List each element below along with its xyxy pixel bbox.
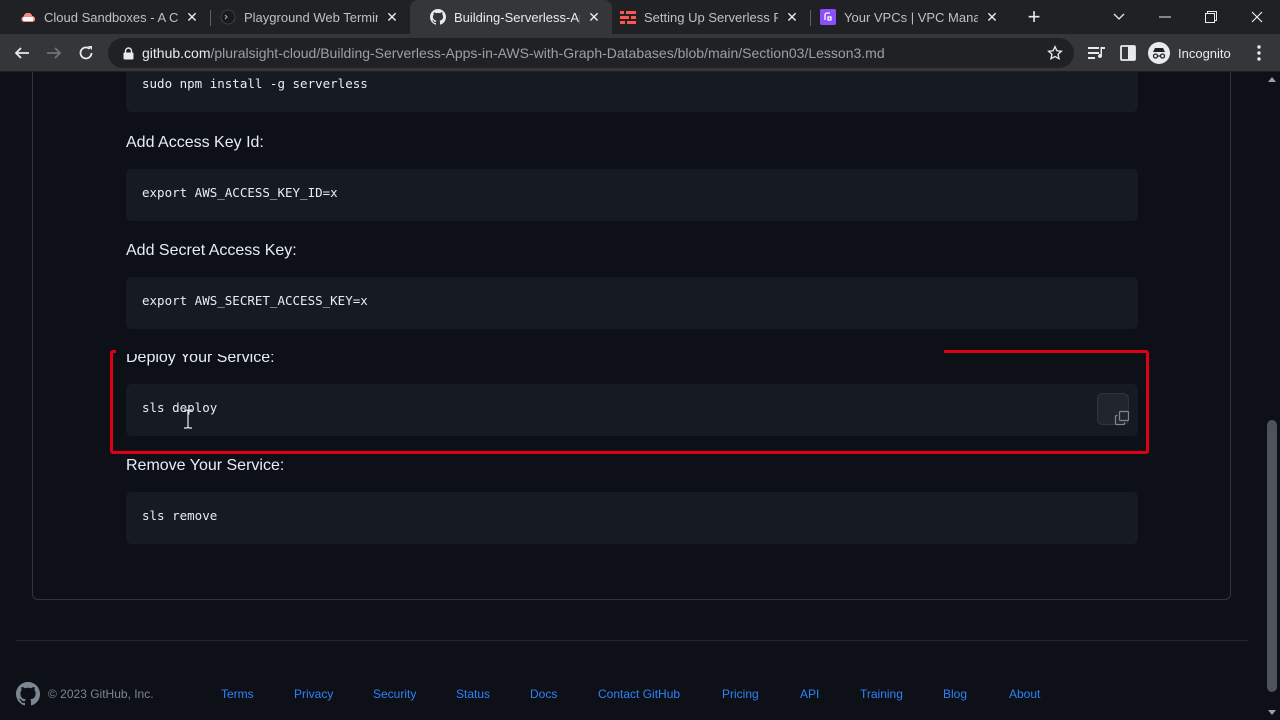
footer-link-training[interactable]: Training: [860, 687, 903, 701]
scroll-up-icon[interactable]: [1268, 77, 1276, 82]
footer-link-contact[interactable]: Contact GitHub: [598, 687, 680, 701]
close-tab-icon[interactable]: ✕: [784, 9, 800, 25]
terminal-icon: [220, 9, 236, 25]
tab-vpc-management[interactable]: Your VPCs | VPC Managem ✕: [800, 0, 1010, 34]
label-remove: Remove Your Service:: [126, 457, 285, 474]
vpc-icon: [820, 9, 836, 25]
github-icon: [430, 9, 446, 25]
tab-playground-terminal[interactable]: Playground Web Terminal ✕: [200, 0, 410, 34]
restore-icon[interactable]: [1188, 0, 1234, 34]
url-path: /pluralsight-cloud/Building-Serverless-A…: [210, 45, 885, 61]
text-cursor-icon: [183, 409, 193, 429]
address-bar[interactable]: github.com/pluralsight-cloud/Building-Se…: [108, 38, 1074, 68]
highlight-gap: [116, 349, 944, 354]
code-block-install: sudo npm install -g serverless: [126, 72, 1138, 112]
tab-title: Building-Serverless-Apps: [454, 9, 580, 25]
scroll-down-icon[interactable]: [1268, 710, 1276, 715]
url-text: github.com/pluralsight-cloud/Building-Se…: [142, 45, 885, 61]
footer-link-privacy[interactable]: Privacy: [294, 687, 333, 701]
footer-link-blog[interactable]: Blog: [943, 687, 967, 701]
cloud-icon: [20, 9, 36, 25]
copyright-text: © 2023 GitHub, Inc.: [48, 687, 154, 701]
tab-cloud-sandboxes[interactable]: Cloud Sandboxes - A Clou ✕: [0, 0, 210, 34]
close-window-icon[interactable]: [1234, 0, 1280, 34]
tab-serverless-framework[interactable]: Setting Up Serverless Fran ✕: [600, 0, 810, 34]
footer-link-api[interactable]: API: [800, 687, 819, 701]
footer-link-about[interactable]: About: [1009, 687, 1040, 701]
serverless-icon: [620, 9, 636, 25]
minimize-icon[interactable]: [1142, 0, 1188, 34]
tab-strip: Cloud Sandboxes - A Clou ✕ Playground We…: [0, 0, 1280, 34]
code-block-access-key: export AWS_ACCESS_KEY_ID=x: [126, 169, 1138, 221]
side-panel-icon[interactable]: [1117, 42, 1139, 64]
forward-icon[interactable]: [40, 39, 68, 67]
code-text: sls remove: [142, 508, 218, 523]
close-tab-icon[interactable]: ✕: [184, 9, 200, 25]
code-block-secret-key: export AWS_SECRET_ACCESS_KEY=x: [126, 277, 1138, 329]
code-text: export AWS_SECRET_ACCESS_KEY=x: [142, 293, 368, 308]
close-tab-icon[interactable]: ✕: [384, 9, 400, 25]
lock-icon[interactable]: [120, 45, 136, 61]
tab-title: Setting Up Serverless Fran: [644, 9, 778, 25]
footer-link-pricing[interactable]: Pricing: [722, 687, 759, 701]
page-content: sudo npm install -g serverless Add Acces…: [0, 72, 1264, 720]
footer-link-docs[interactable]: Docs: [530, 687, 557, 701]
code-text: export AWS_ACCESS_KEY_ID=x: [142, 185, 338, 200]
url-host: github.com: [142, 45, 211, 61]
new-tab-icon[interactable]: +: [1022, 4, 1046, 29]
footer-link-status[interactable]: Status: [456, 687, 490, 701]
incognito-label: Incognito: [1178, 45, 1231, 61]
red-highlight-box: [110, 350, 1149, 454]
browser-menu-icon[interactable]: [1248, 42, 1270, 64]
bookmark-star-icon[interactable]: [1046, 44, 1064, 62]
footer-link-security[interactable]: Security: [373, 687, 416, 701]
browser-toolbar: github.com/pluralsight-cloud/Building-Se…: [0, 34, 1280, 72]
footer-copyright: © 2023 GitHub, Inc.: [16, 680, 154, 708]
scrollbar-thumb[interactable]: [1267, 420, 1277, 692]
close-tab-icon[interactable]: ✕: [984, 9, 1000, 25]
media-control-icon[interactable]: [1086, 42, 1108, 64]
github-logo-icon[interactable]: [16, 682, 40, 706]
footer-divider: [16, 640, 1248, 641]
tab-search-icon[interactable]: [1096, 0, 1142, 34]
tab-building-serverless[interactable]: Building-Serverless-Apps ✕: [410, 0, 612, 34]
code-text: sudo npm install -g serverless: [142, 76, 368, 91]
reload-icon[interactable]: [72, 39, 100, 67]
label-access-key: Add Access Key Id:: [126, 134, 264, 151]
code-block-remove: sls remove: [126, 492, 1138, 544]
footer-link-terms[interactable]: Terms: [221, 687, 254, 701]
label-secret-key: Add Secret Access Key:: [126, 242, 297, 259]
back-icon[interactable]: [8, 39, 36, 67]
page-scrollbar[interactable]: [1264, 72, 1280, 720]
tab-title: Your VPCs | VPC Managem: [844, 9, 978, 25]
tab-title: Cloud Sandboxes - A Clou: [44, 9, 178, 25]
tab-title: Playground Web Terminal: [244, 9, 378, 25]
incognito-icon: [1148, 42, 1170, 64]
incognito-profile-button[interactable]: Incognito: [1148, 39, 1231, 67]
